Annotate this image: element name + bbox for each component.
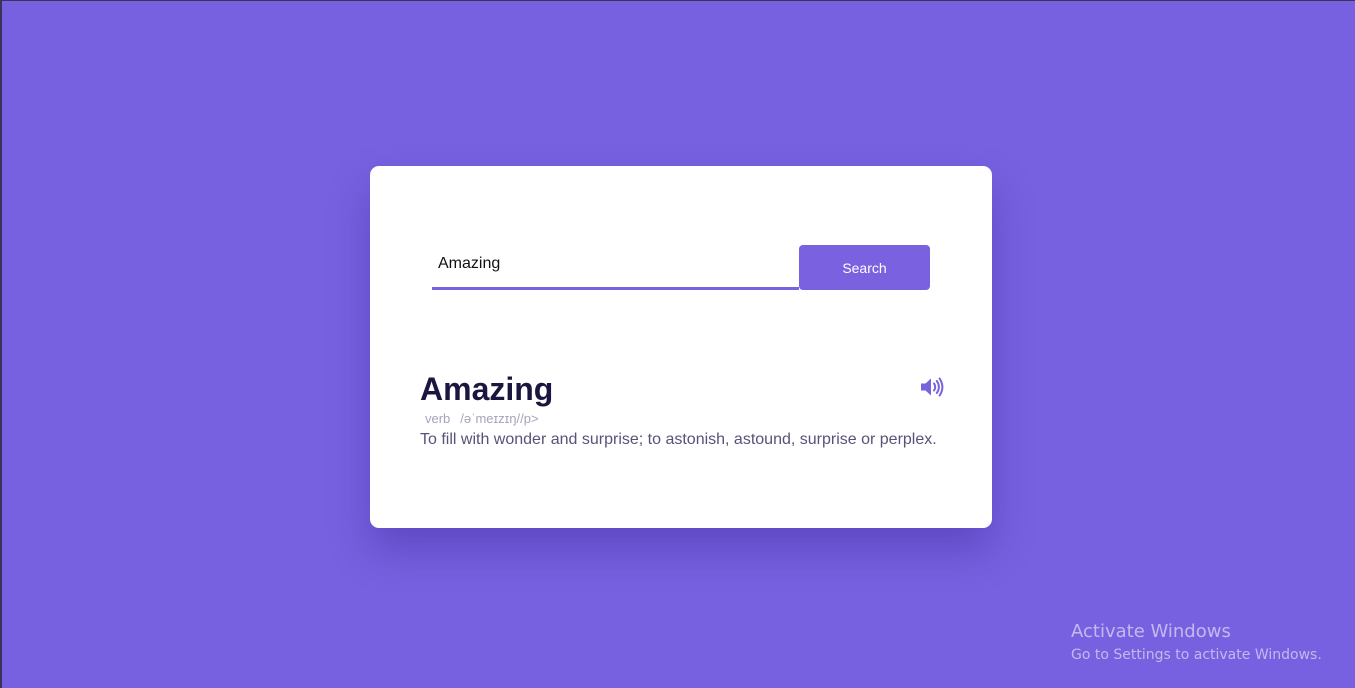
watermark-subtitle: Go to Settings to activate Windows. [1071,647,1322,663]
watermark-title: Activate Windows [1071,621,1231,642]
speaker-volume-icon[interactable] [920,376,944,398]
search-button[interactable]: Search [799,245,930,290]
phonetic-text: /əˈmeɪzɪŋ//p> [460,411,539,426]
word-details: verb/əˈmeɪzɪŋ//p> [425,411,539,426]
search-input[interactable] [432,245,799,290]
word-meaning: To fill with wonder and surprise; to ast… [420,431,937,448]
dictionary-card: Search Amazing verb/əˈmeɪzɪŋ//p> To fill… [370,166,992,528]
activate-windows-watermark: Activate Windows Go to Settings to activ… [1071,621,1322,665]
result-word: Amazing [420,371,554,407]
part-of-speech: verb [425,411,451,426]
search-bar: Search [432,245,930,291]
